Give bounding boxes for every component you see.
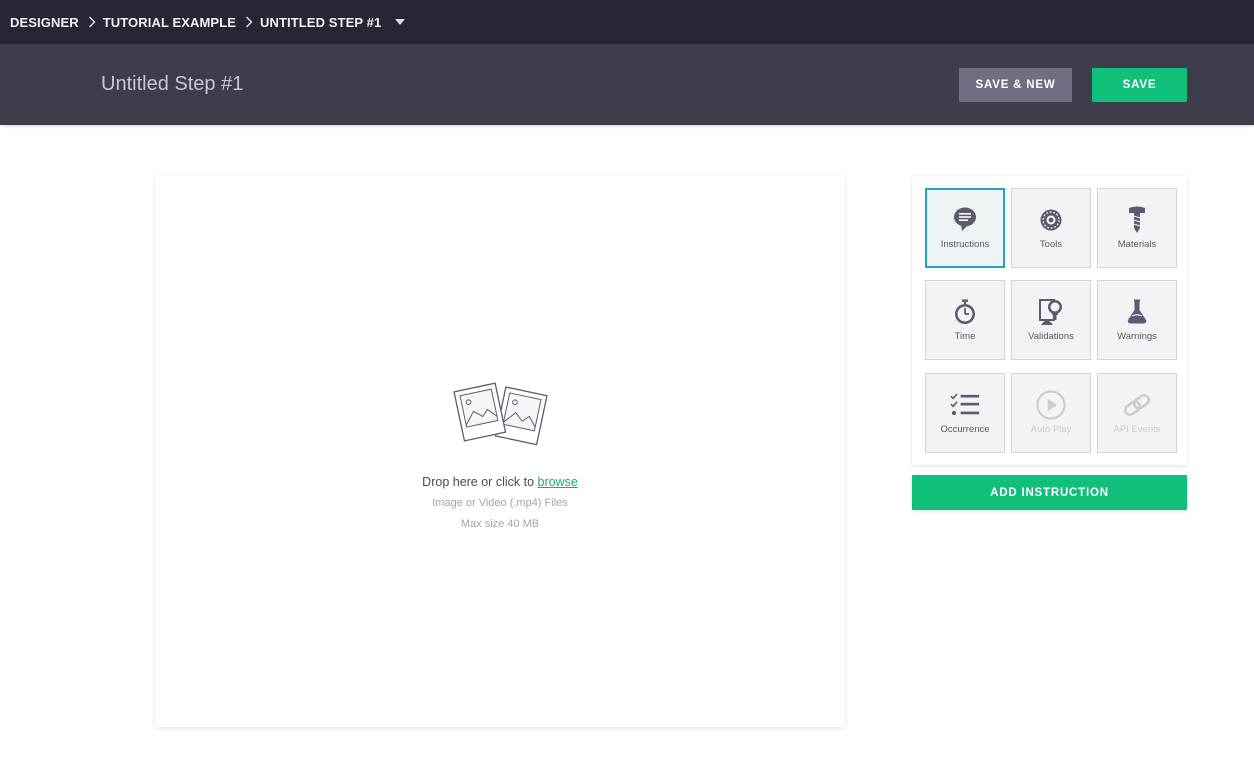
tool-tools[interactable]: Tools <box>1011 188 1091 268</box>
breadcrumb-designer[interactable]: DESIGNER <box>10 15 79 30</box>
tool-label: API Events <box>1113 424 1161 435</box>
save-and-new-button[interactable]: SAVE & NEW <box>959 68 1072 102</box>
tool-label: Time <box>954 331 976 342</box>
add-instruction-button[interactable]: ADD INSTRUCTION <box>912 475 1187 510</box>
tool-palette: Instructions Tools Materials Time Valida… <box>912 176 1187 465</box>
dropzone-prompt: Drop here or click to browse <box>155 475 845 489</box>
breadcrumb-current-step: UNTITLED STEP #1 <box>260 14 382 30</box>
tool-materials[interactable]: Materials <box>1097 188 1177 268</box>
play-circle-icon <box>1036 390 1066 420</box>
caret-down-icon[interactable] <box>393 15 407 29</box>
chevron-right-icon <box>85 15 99 29</box>
stopwatch-icon <box>950 297 980 327</box>
save-button[interactable]: SAVE <box>1092 68 1187 102</box>
media-dropzone[interactable]: Drop here or click to browse Image or Vi… <box>155 175 845 727</box>
tool-validations[interactable]: Validations <box>1011 280 1091 360</box>
page-title[interactable]: Untitled Step #1 <box>101 73 243 96</box>
link-chain-icon <box>1122 390 1152 420</box>
photos-icon <box>452 377 550 455</box>
tool-time[interactable]: Time <box>925 280 1005 360</box>
tool-label: Validations <box>1028 331 1074 342</box>
dropzone-max-size: Max size 40 MB <box>460 518 540 530</box>
breadcrumb-tutorial[interactable]: TUTORIAL EXAMPLE <box>103 15 236 30</box>
tool-label: Auto Play <box>1030 424 1072 435</box>
browse-link[interactable]: browse <box>538 475 578 489</box>
step-header: Untitled Step #1 SAVE & NEW SAVE <box>0 44 1254 125</box>
tool-label: Tools <box>1039 239 1063 250</box>
saw-blade-icon <box>1036 205 1066 235</box>
dropzone-prompt-text: Drop here or click to <box>422 475 535 489</box>
tool-instructions[interactable]: Instructions <box>925 188 1005 268</box>
tool-api-events: API Events <box>1097 373 1177 453</box>
tool-label: Occurrence <box>940 424 990 435</box>
checklist-icon <box>950 390 980 420</box>
tool-warnings[interactable]: Warnings <box>1097 280 1177 360</box>
speech-bubble-icon <box>950 205 980 235</box>
flask-icon <box>1122 297 1152 327</box>
screw-icon <box>1122 205 1152 235</box>
validation-icon <box>1036 297 1066 327</box>
chevron-right-icon <box>242 15 256 29</box>
tool-label: Instructions <box>940 239 990 250</box>
tool-auto-play: Auto Play <box>1011 373 1091 453</box>
breadcrumb: DESIGNER TUTORIAL EXAMPLE UNTITLED STEP … <box>0 0 1254 44</box>
tool-label: Warnings <box>1117 331 1157 342</box>
dropzone-file-types: Image or Video (.mp4) Files <box>432 497 568 509</box>
tool-label: Materials <box>1117 239 1157 250</box>
tool-occurrence[interactable]: Occurrence <box>925 373 1005 453</box>
